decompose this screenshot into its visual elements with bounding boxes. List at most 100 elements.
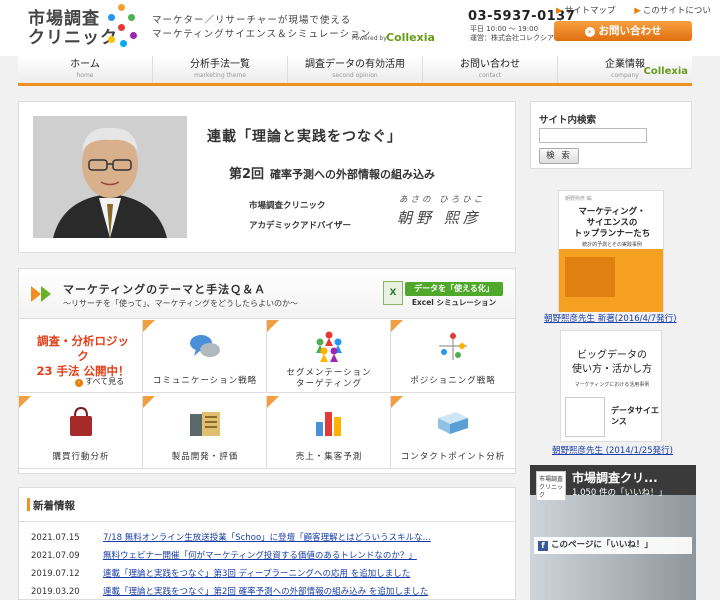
book2-link[interactable]: 朝野熙彦先生 (2014/1/25発行) — [552, 444, 673, 456]
marketing-subtitle: 〜リサーチを「使って」、マーケティングをどうしたらよいのか〜 — [63, 299, 298, 308]
nav-label: 分析手法一覧 — [190, 59, 250, 70]
excel-badge-label: データを「使える化」 — [405, 282, 503, 296]
news-date: 2021.07.09 — [31, 551, 80, 561]
speech-bubbles-icon — [189, 335, 220, 357]
book1-link[interactable]: 朝野熙彦先生 新著(2016/4/7発行) — [544, 312, 677, 324]
author-affiliation: 市場調査クリニック アカデミックアドバイザー — [249, 196, 351, 236]
promo-line-1: 調査・分析ロジック — [37, 334, 129, 363]
book1-title-line-1: マーケティング・ — [578, 207, 646, 217]
powered-by-label: Powered by — [352, 35, 387, 42]
contact-button[interactable]: › お問い合わせ — [554, 21, 692, 41]
facebook-page-title[interactable]: 市場調査クリ... — [572, 469, 658, 486]
portrait-image — [33, 116, 187, 238]
promo-text: 調査・分析ロジック 23 手法 公開中！ — [33, 334, 133, 379]
nav-home[interactable]: ホーム home — [18, 56, 153, 83]
nav-sublabel: marketing theme — [194, 72, 246, 79]
tagline-line-2: マーケティングサイエンス＆シミュレーション — [152, 29, 372, 40]
book1-band — [559, 249, 663, 312]
news-item: 2019.07.12 連載「理論と実践をつなぐ」第3回 ディープラーニングへの応用… — [31, 564, 511, 584]
nav-data-usage[interactable]: 調査データの有効活用 second opinion — [288, 56, 423, 83]
theme-label: 製品開発・評価 — [171, 452, 239, 462]
theme-positioning[interactable]: ポジショニング戦略 — [391, 320, 515, 393]
nav-sublabel: contact — [478, 72, 502, 79]
theme-label: セグメンテーション ターゲティング — [267, 368, 391, 390]
corner-marker — [19, 396, 31, 408]
sitemap-label: サイトマップ — [564, 6, 616, 16]
book2-cover[interactable]: ビッグデータの 使い方・活かし方 マーケティングにおける活用事例 データサイエン… — [560, 330, 662, 442]
search-button[interactable]: 検 索 — [539, 148, 579, 164]
theme-purchase-behavior[interactable]: 購買行動分析 — [19, 396, 143, 469]
excel-badge-text: Excel シミュレーション — [411, 298, 497, 307]
nav-methods[interactable]: 分析手法一覧 marketing theme — [153, 56, 288, 83]
facebook-like-label: このページに「いいね！」 — [551, 540, 653, 550]
news-link[interactable]: 無料ウェビナー開催「何がマーケティング投資する価値のあるトレンドなのか？」 — [103, 551, 417, 561]
facebook-widget[interactable]: 市場調査クリニック 市場調査クリ... 1,050 件の「いいね！」 f このペー… — [530, 465, 696, 600]
arrow-right-icon: ▶ — [634, 6, 641, 16]
theme-label: コミュニケーション戦略 — [152, 376, 258, 386]
promo-cell[interactable]: 調査・分析ロジック 23 手法 公開中！ › すべて見る — [19, 320, 143, 393]
news-title: 新着情報 — [19, 488, 515, 522]
corner-marker — [143, 320, 155, 332]
nav-contact[interactable]: お問い合わせ contact — [423, 56, 558, 83]
nav-label: お問い合わせ — [460, 59, 520, 70]
site-header: 市場調査 クリニック マーケター／リサーチャーが現場で使える マーケティングサイ… — [0, 0, 720, 56]
book2-subtitle: マーケティングにおける活用事例 — [574, 382, 650, 388]
book1-title-line-2: サイエンスの — [586, 218, 638, 228]
facebook-like-count: 1,050 件の「いいね！」 — [572, 488, 668, 498]
site-search: サイト内検索 検 索 — [530, 101, 692, 169]
book2-title-line-1: ビッグデータの — [577, 350, 647, 361]
tagline-line-1: マーケター／リサーチャーが現場で使える — [152, 15, 352, 26]
theme-communication[interactable]: コミュニケーション戦略 — [143, 320, 267, 393]
table-grid-icon — [438, 412, 468, 434]
marketing-header: マーケティングのテーマと手法Ｑ＆Ａ 〜リサーチを「使って」、マーケティングをどう… — [19, 269, 515, 319]
corner-marker — [267, 396, 279, 408]
author-name: 朝野 熙彦 — [397, 209, 482, 227]
nav-label: ホーム — [70, 59, 100, 70]
news-item: 2021.07.09 無料ウェビナー開催「何がマーケティング投資する価値のあるトレ… — [31, 546, 511, 566]
theme-label-line-1: セグメンテーション — [286, 368, 372, 378]
marketing-title: マーケティングのテーマと手法Ｑ＆Ａ — [63, 283, 267, 296]
chevron-right-icon: › — [75, 379, 83, 387]
collexia-logo[interactable]: Collexia — [386, 31, 435, 44]
theme-contact-point[interactable]: コンタクトポイント分析 — [391, 396, 515, 469]
news-date: 2021.07.15 — [31, 533, 80, 543]
search-input[interactable] — [539, 128, 647, 143]
affiliation-line-2: アカデミックアドバイザー — [249, 221, 352, 231]
book1-band-graphic — [565, 257, 615, 297]
book2-title-line-2: 使い方・活かし方 — [572, 364, 652, 375]
book2-title: ビッグデータの 使い方・活かし方 — [565, 349, 659, 377]
see-all-link[interactable]: › すべて見る — [75, 376, 124, 387]
news-link[interactable]: 7/18 無料オンライン生放送授業「Schoo」に登壇「顧客理解とはどういうスキ… — [103, 533, 431, 543]
chevron-right-icon: › — [584, 27, 595, 37]
news-date: 2019.07.12 — [31, 569, 80, 579]
nav-company[interactable]: 企業情報 company Collexia — [558, 56, 692, 83]
facebook-icon: f — [538, 541, 548, 551]
theme-segmentation[interactable]: セグメンテーション ターゲティング — [267, 320, 391, 393]
author-portrait — [33, 116, 187, 238]
book1-cover[interactable]: 朝野熙彦 編 マーケティング・ サイエンスの トップランナーたち 統計的予測とそ… — [558, 190, 664, 312]
news-link[interactable]: 連載「理論と実践をつなぐ」第3回 ディープラーニングへの応用 を追加しました — [103, 569, 410, 579]
news-date: 2019.03.20 — [31, 587, 80, 597]
theme-label: ポジショニング戦略 — [410, 376, 496, 386]
book1-title-line-3: トップランナーたち — [573, 229, 651, 239]
clipboard-icon — [189, 412, 220, 436]
sitemap-link[interactable]: ▶ サイトマップ — [556, 6, 624, 16]
book2-graphic — [565, 397, 605, 437]
feature-banner[interactable]: 連載「理論と実践をつなぐ」 第2回 確率予測への外部情報の組み込み 市場調査クリニ… — [18, 101, 516, 253]
theme-product-development[interactable]: 製品開発・評価 — [143, 396, 267, 469]
book2-tag: データサイエンス — [611, 406, 659, 426]
book1-title: マーケティング・ サイエンスの トップランナーたち — [563, 207, 661, 240]
excel-simulation-badge[interactable]: X データを「使える化」 Excel シミュレーション — [383, 279, 505, 311]
news-link[interactable]: 連載「理論と実践をつなぐ」第2回 確率予測への外部情報の組み込み を追加しました — [103, 587, 428, 597]
double-arrow-icon — [31, 286, 51, 302]
corner-marker — [267, 320, 279, 332]
site-tagline: マーケター／リサーチャーが現場で使える マーケティングサイエンス＆シミュレーショ… — [152, 14, 371, 42]
book1-author: 朝野熙彦 編 — [565, 196, 592, 202]
news-item: 2021.07.15 7/18 無料オンライン生放送授業「Schoo」に登壇「顧客… — [31, 528, 511, 548]
shopping-bag-icon — [69, 406, 92, 436]
main-nav: ホーム home 分析手法一覧 marketing theme 調査データの有効… — [18, 56, 692, 86]
theme-label: コンタクトポイント分析 — [400, 452, 506, 462]
facebook-like-button[interactable]: f このページに「いいね！」 — [534, 537, 692, 554]
theme-sales-forecast[interactable]: 売上・集客予測 — [267, 396, 391, 469]
hours-line-1: 平日 10:00 〜 19:00 — [470, 25, 539, 33]
